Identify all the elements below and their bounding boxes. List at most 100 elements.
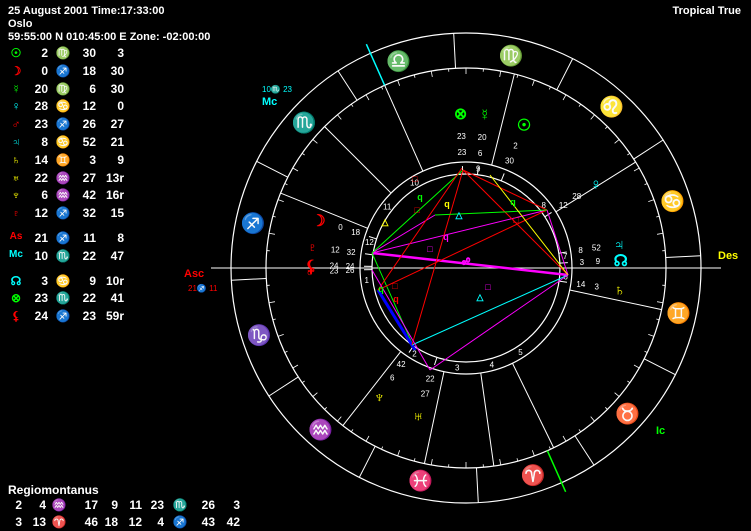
degree-tick xyxy=(627,152,631,156)
aspect-symbol-icon: □ xyxy=(414,205,420,215)
house-cusp-line xyxy=(342,351,402,426)
planet-icon: ☽ xyxy=(311,213,325,230)
planet-tick xyxy=(434,357,438,366)
degree-tick xyxy=(430,70,433,78)
degree-tick xyxy=(644,350,648,353)
planet-minute: 22 xyxy=(426,374,435,383)
ic-label: Ic xyxy=(656,425,665,437)
planet-degree: 3 xyxy=(594,282,599,291)
aspect-symbol-icon: q xyxy=(393,294,399,304)
planet-degree: 6 xyxy=(390,373,395,382)
zodiac-sign-icon: ♑ xyxy=(247,323,272,347)
degree-tick xyxy=(350,103,354,107)
degree-tick xyxy=(562,94,567,101)
aspect-symbol-icon: □ xyxy=(392,281,398,291)
planet-minute: 3 xyxy=(580,258,585,267)
zodiac-sign-icon: ♐ xyxy=(241,211,266,235)
asc-label: Asc xyxy=(184,268,204,280)
house-number: 4 xyxy=(490,361,495,370)
sign-boundary-line xyxy=(337,70,358,101)
zodiac-sign-icon: ♊ xyxy=(666,301,691,325)
degree-tick xyxy=(633,167,640,172)
planet-icon: ☿ xyxy=(479,107,491,124)
planet-icon: ⚸ xyxy=(305,258,317,275)
planet-degree: 0 xyxy=(338,223,343,232)
degree-tick xyxy=(548,446,551,450)
aspect-symbol-icon: ☍ xyxy=(461,257,470,267)
degree-tick xyxy=(605,126,608,129)
degree-tick xyxy=(430,458,433,466)
degree-tick xyxy=(499,458,502,466)
degree-tick xyxy=(531,79,535,86)
aspect-line xyxy=(377,209,548,291)
house-number: 3 xyxy=(455,364,460,373)
aspect-symbol-icon: □ xyxy=(513,215,519,225)
planet-icon: ⊗ xyxy=(454,106,467,123)
sign-boundary-line xyxy=(665,255,701,259)
degree-tick xyxy=(284,350,288,353)
planet-minute: 6 xyxy=(478,149,483,158)
planet-icon: ☊ xyxy=(614,253,628,270)
house-cusp-line xyxy=(423,371,445,464)
degree-tick xyxy=(292,364,299,369)
degree-tick xyxy=(656,232,664,235)
degree-tick xyxy=(312,392,318,397)
zodiac-sign-icon: ♎ xyxy=(386,49,411,73)
aspect-symbol-icon: q xyxy=(417,192,423,202)
degree-tick xyxy=(590,114,595,120)
degree-tick xyxy=(648,199,655,203)
planet-degree: 2 xyxy=(513,142,518,151)
degree-tick xyxy=(277,199,284,203)
planet-minute: 24 xyxy=(346,262,355,271)
aspect-symbol-icon: □ xyxy=(485,282,491,292)
aspect-line xyxy=(462,169,548,211)
planet-icon: ☉ xyxy=(517,117,531,134)
astrology-chart-screen: 25 August 2001 Time:17:33:00 Oslo 59:55:… xyxy=(0,0,751,531)
planet-degree: 9 xyxy=(596,257,601,266)
aspect-symbol-icon: q xyxy=(510,197,516,207)
planet-minute: 23 xyxy=(457,148,466,157)
degree-tick xyxy=(292,167,299,172)
degree-tick xyxy=(633,364,640,369)
degree-tick xyxy=(277,333,284,337)
house-cusp-line xyxy=(480,372,495,467)
mc-degree: 10♏ 23 xyxy=(262,84,293,94)
degree-tick xyxy=(301,152,305,156)
zodiac-sign-icon: ♌ xyxy=(599,94,624,118)
degree-tick xyxy=(578,103,582,107)
aspect-symbol-icon: q xyxy=(443,232,449,242)
house-cusp-line xyxy=(491,73,515,166)
degree-tick xyxy=(397,79,401,86)
planet-degree: 12 xyxy=(331,246,340,255)
degree-tick xyxy=(578,429,582,433)
planet-icon: ♀ xyxy=(590,177,602,194)
aspect-symbol-icon: q xyxy=(444,199,450,209)
degree-tick xyxy=(531,450,535,457)
zodiac-sign-icon: ♒ xyxy=(308,418,333,442)
degree-tick xyxy=(365,435,370,442)
house-cusp-line xyxy=(324,126,392,194)
planet-icon: ♄ xyxy=(613,283,625,300)
zodiac-sign-icon: ♋ xyxy=(660,189,685,213)
planet-icon: ♃ xyxy=(613,237,625,254)
degree-tick xyxy=(627,380,631,384)
house-number: 1 xyxy=(365,276,370,285)
aspect-symbol-icon: □ xyxy=(427,244,433,254)
degree-tick xyxy=(365,94,370,101)
degree-tick xyxy=(590,416,595,422)
planet-degree: 28 xyxy=(572,192,581,201)
house-number: 7 xyxy=(563,252,568,261)
degree-tick xyxy=(656,301,664,304)
house-cusp-line xyxy=(384,85,424,172)
sign-boundary-line xyxy=(475,467,479,503)
chart-wheel: 123456789101112Asc21♐ 11DesMc10♏ 23Ic♍♌♋… xyxy=(184,32,738,504)
planet-icon: ♅ xyxy=(412,408,424,425)
zodiac-sign-icon: ♓ xyxy=(408,469,433,493)
planet-tick xyxy=(364,253,373,256)
degree-tick xyxy=(648,333,655,337)
planet-icon: ♇ xyxy=(307,239,319,256)
degree-tick xyxy=(337,114,342,120)
degree-tick xyxy=(284,183,288,186)
aspect-line xyxy=(489,174,569,276)
degree-tick xyxy=(381,446,384,450)
